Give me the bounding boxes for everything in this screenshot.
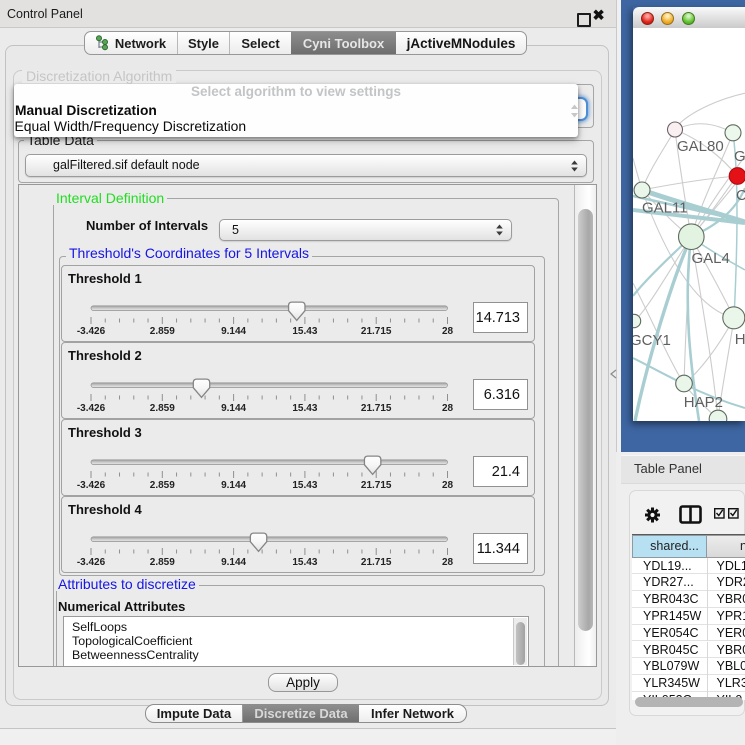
svg-text:GAL4: GAL4 — [692, 250, 730, 267]
svg-text:GAL11: GAL11 — [642, 200, 688, 217]
svg-text:H: H — [735, 331, 745, 348]
svg-text:GAL80: GAL80 — [677, 138, 724, 155]
svg-text:GA: GA — [734, 148, 745, 165]
svg-text:HAP2: HAP2 — [684, 394, 723, 411]
svg-text:C: C — [736, 187, 745, 204]
svg-text:GCY1: GCY1 — [633, 332, 671, 349]
